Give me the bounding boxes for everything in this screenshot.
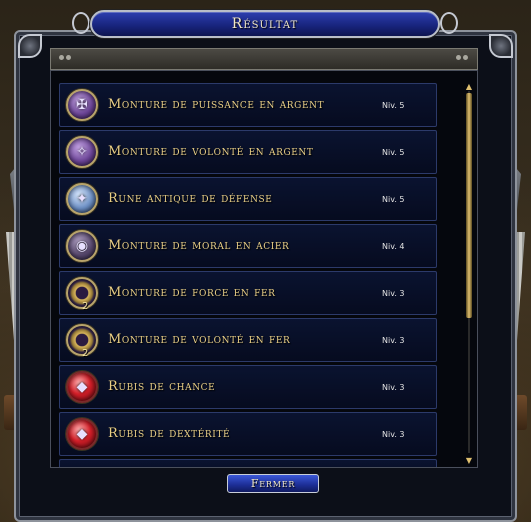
scroll-up-arrow-icon[interactable]: ▲ bbox=[465, 83, 473, 91]
item-name: Rubis de chance bbox=[108, 379, 216, 394]
list-item[interactable]: ◉ Monture de moral en acier Niv. 4 bbox=[59, 224, 437, 268]
quantity-badge: 2 bbox=[82, 348, 89, 359]
item-name: Monture de moral en acier bbox=[108, 238, 290, 253]
item-level: Niv. 4 bbox=[382, 241, 405, 251]
list-header-strip bbox=[50, 48, 478, 70]
item-name: Monture de puissance en argent bbox=[108, 97, 325, 112]
list-item[interactable]: ◆ Rubis de dextérité Niv. 3 bbox=[59, 412, 437, 456]
scroll-thumb[interactable] bbox=[466, 93, 472, 318]
window-title: Résultat bbox=[231, 16, 299, 32]
frame-corner-ornament-right bbox=[485, 30, 517, 62]
list-item[interactable]: ✧ Monture de volonté en argent Niv. 5 bbox=[59, 130, 437, 174]
mount-silver-will-icon: ✧ bbox=[66, 136, 98, 168]
item-name: Monture de volonté en fer bbox=[108, 332, 291, 347]
item-name: Rune antique de défense bbox=[108, 191, 273, 206]
mount-iron-might-icon: 2 bbox=[66, 277, 98, 312]
item-level: Niv. 5 bbox=[382, 147, 405, 157]
list-item[interactable]: ✠ Monture de puissance en argent Niv. 5 bbox=[59, 83, 437, 127]
scroll-down-arrow-icon[interactable]: ▼ bbox=[465, 457, 473, 465]
ruby-luck-icon: ◆ bbox=[66, 371, 98, 403]
item-name: Monture de volonté en argent bbox=[108, 144, 314, 159]
list-item[interactable]: ✦ Rune antique de défense Niv. 5 bbox=[59, 177, 437, 221]
list-item[interactable]: ◆ Rubis de chance Niv. 3 bbox=[59, 365, 437, 409]
title-ornament-left bbox=[72, 12, 90, 34]
item-level: Niv. 3 bbox=[382, 382, 405, 392]
close-button[interactable]: Fermer bbox=[227, 474, 319, 493]
title-ornament-right bbox=[440, 12, 458, 34]
rivet-left bbox=[59, 55, 64, 60]
rivet-right bbox=[456, 55, 461, 60]
frame-corner-ornament-left bbox=[14, 30, 46, 62]
list-scrollbar[interactable]: ▲ ▼ bbox=[465, 83, 473, 465]
quantity-badge: 2 bbox=[82, 301, 89, 312]
item-level: Niv. 3 bbox=[382, 288, 405, 298]
ruby-dexterity-icon: ◆ bbox=[66, 418, 98, 450]
mount-iron-will-icon: 2 bbox=[66, 324, 98, 359]
result-item-list[interactable]: ✠ Monture de puissance en argent Niv. 5 … bbox=[50, 70, 478, 468]
list-item-partial[interactable] bbox=[59, 459, 437, 467]
list-item[interactable]: 2 Monture de force en fer Niv. 3 bbox=[59, 271, 437, 315]
item-level: Niv. 3 bbox=[382, 429, 405, 439]
ancient-defense-rune-icon: ✦ bbox=[66, 183, 98, 215]
item-level: Niv. 5 bbox=[382, 100, 405, 110]
item-level: Niv. 3 bbox=[382, 335, 405, 345]
item-level: Niv. 5 bbox=[382, 194, 405, 204]
title-bar[interactable]: Résultat bbox=[72, 10, 458, 38]
item-name: Rubis de dextérité bbox=[108, 426, 231, 441]
item-name: Monture de force en fer bbox=[108, 285, 276, 300]
mount-steel-morale-icon: ◉ bbox=[66, 230, 98, 262]
mount-silver-power-icon: ✠ bbox=[66, 89, 98, 121]
list-item[interactable]: 2 Monture de volonté en fer Niv. 3 bbox=[59, 318, 437, 362]
